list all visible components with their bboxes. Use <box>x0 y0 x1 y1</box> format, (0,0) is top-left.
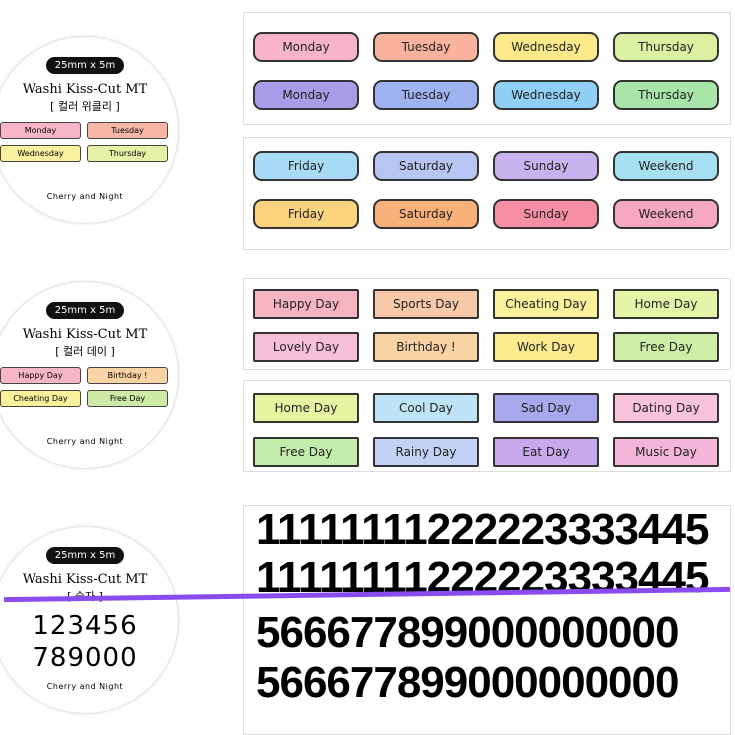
sticker-tag: Sunday <box>493 199 599 229</box>
sticker-tag: Monday <box>253 32 359 62</box>
sticker-tag: Tuesday <box>373 32 479 62</box>
sticker-tag: Home Day <box>613 289 719 319</box>
korean-subtitle: [ 컬러 데이 ] <box>55 345 115 358</box>
sticker-tag: Rainy Day <box>373 437 479 467</box>
mini-tag: Happy Day <box>0 367 81 384</box>
brand-name: Cherry and Night <box>46 192 124 201</box>
mini-tag: Tuesday <box>87 122 168 139</box>
number-sticker-row: 566677899000000000 <box>256 608 679 657</box>
size-badge: 25mm x 5m <box>45 302 125 319</box>
sticker-tag: Happy Day <box>253 289 359 319</box>
sticker-tag: Music Day <box>613 437 719 467</box>
sticker-tag: Dating Day <box>613 393 719 423</box>
sticker-tag: Sad Day <box>493 393 599 423</box>
product-title: Washi Kiss-Cut MT <box>22 572 148 587</box>
sticker-tag: Work Day <box>493 332 599 362</box>
sticker-tag: Sunday <box>493 151 599 181</box>
tape-roll-label: 25mm x 5m Washi Kiss-Cut MT [ 컬러 위클리 ] Mo… <box>0 37 178 223</box>
sticker-tag: Thursday <box>613 32 719 62</box>
sticker-tag: Monday <box>253 80 359 110</box>
mini-tag: Birthday ! <box>87 367 168 384</box>
sticker-tag: Wednesday <box>493 80 599 110</box>
product-title: Washi Kiss-Cut MT <box>22 327 148 342</box>
sticker-tag: Free Day <box>613 332 719 362</box>
sticker-tag: Tuesday <box>373 80 479 110</box>
sticker-tag: Friday <box>253 199 359 229</box>
number-preview: 789000 <box>32 643 138 673</box>
sticker-tag: Saturday <box>373 199 479 229</box>
sticker-tag: Free Day <box>253 437 359 467</box>
mini-tag: Thursday <box>87 145 168 162</box>
sticker-tag: Lovely Day <box>253 332 359 362</box>
sticker-tag: Home Day <box>253 393 359 423</box>
number-sticker-row: 566677899000000000 <box>256 658 679 707</box>
brand-name: Cherry and Night <box>46 437 124 446</box>
sticker-tag: Thursday <box>613 80 719 110</box>
sticker-tag: Cool Day <box>373 393 479 423</box>
brand-name: Cherry and Night <box>46 682 124 691</box>
sticker-tag: Eat Day <box>493 437 599 467</box>
sticker-tag: Weekend <box>613 199 719 229</box>
tape-roll-label: 25mm x 5m Washi Kiss-Cut MT [ 숫자 ]123456… <box>0 527 178 713</box>
number-sticker-row: 11111111222223333445 <box>256 505 709 554</box>
size-badge: 25mm x 5m <box>45 547 125 564</box>
tape-roll-label: 25mm x 5m Washi Kiss-Cut MT [ 컬러 데이 ] Hap… <box>0 282 178 468</box>
mini-tag: Monday <box>0 122 81 139</box>
number-preview: 123456 <box>32 611 138 641</box>
sticker-tag: Cheating Day <box>493 289 599 319</box>
mini-tag: Wednesday <box>0 145 81 162</box>
sticker-tag: Wednesday <box>493 32 599 62</box>
sticker-tag: Weekend <box>613 151 719 181</box>
sticker-tag: Sports Day <box>373 289 479 319</box>
sticker-tag: Friday <box>253 151 359 181</box>
korean-subtitle: [ 컬러 위클리 ] <box>50 100 120 113</box>
sticker-tag: Saturday <box>373 151 479 181</box>
mini-tag: Cheating Day <box>0 390 81 407</box>
size-badge: 25mm x 5m <box>45 57 125 74</box>
sticker-tag: Birthday ! <box>373 332 479 362</box>
product-title: Washi Kiss-Cut MT <box>22 82 148 97</box>
mini-tag: Free Day <box>87 390 168 407</box>
